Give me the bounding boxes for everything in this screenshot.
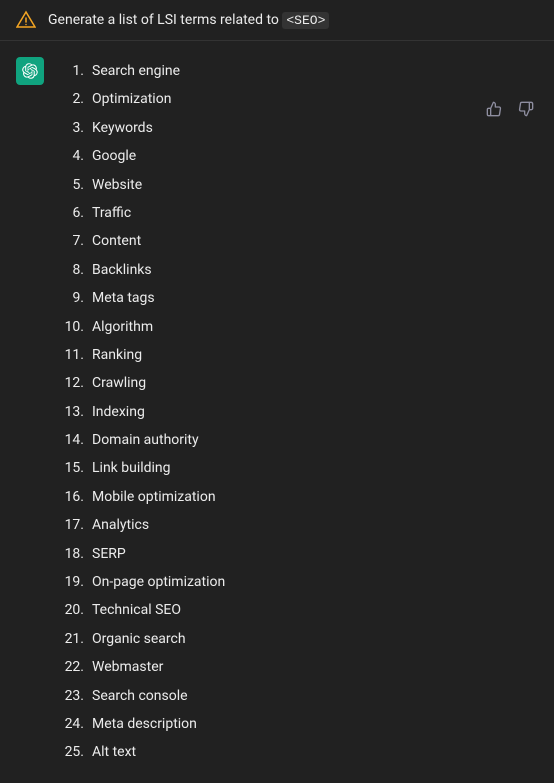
item-text: SERP <box>92 543 126 565</box>
thumbs-down-button[interactable] <box>514 97 538 121</box>
list-item: 13.Indexing <box>56 398 538 426</box>
list-item: 18.SERP <box>56 540 538 568</box>
list-item: 11.Ranking <box>56 341 538 369</box>
item-text: Analytics <box>92 514 149 536</box>
item-text: Search engine <box>92 60 180 82</box>
item-text: Algorithm <box>92 316 153 338</box>
list-item: 9.Meta tags <box>56 284 538 312</box>
item-number: 22. <box>56 656 92 678</box>
item-number: 3. <box>56 117 92 139</box>
list-item: 12.Crawling <box>56 369 538 397</box>
item-number: 12. <box>56 372 92 394</box>
item-text: On-page optimization <box>92 571 225 593</box>
list-item: 7.Content <box>56 227 538 255</box>
item-number: 1. <box>56 60 92 82</box>
item-number: 19. <box>56 571 92 593</box>
list-item: 5.Website <box>56 171 538 199</box>
item-number: 5. <box>56 174 92 196</box>
item-text: Mobile optimization <box>92 486 216 508</box>
item-text: Optimization <box>92 88 171 110</box>
thumbs-up-icon <box>486 101 502 117</box>
list-item: 24.Meta description <box>56 710 538 738</box>
list-item: 22.Webmaster <box>56 653 538 681</box>
actions-bar <box>482 97 538 121</box>
item-number: 24. <box>56 713 92 735</box>
item-text: Link building <box>92 457 171 479</box>
item-number: 2. <box>56 88 92 110</box>
list-item: 3.Keywords <box>56 114 538 142</box>
item-text: Crawling <box>92 372 146 394</box>
item-text: Content <box>92 230 141 252</box>
item-text: Website <box>92 174 142 196</box>
item-number: 10. <box>56 316 92 338</box>
item-text: Google <box>92 145 136 167</box>
item-number: 9. <box>56 287 92 309</box>
chatgpt-logo <box>22 63 38 79</box>
list-item: 6.Traffic <box>56 199 538 227</box>
item-text: Meta description <box>92 713 197 735</box>
list-item: 16.Mobile optimization <box>56 483 538 511</box>
item-text: Keywords <box>92 117 153 139</box>
item-number: 11. <box>56 344 92 366</box>
list-item: 17.Analytics <box>56 511 538 539</box>
item-number: 25. <box>56 741 92 763</box>
header-tag: <SEO> <box>282 12 329 29</box>
response-content: 1.Search engine2.Optimization3.Keywords4… <box>56 57 538 767</box>
item-number: 18. <box>56 543 92 565</box>
list-item: 1.Search engine <box>56 57 538 85</box>
list-item: 19.On-page optimization <box>56 568 538 596</box>
list-item: 4.Google <box>56 142 538 170</box>
list-item: 15.Link building <box>56 454 538 482</box>
header-bar: Generate a list of LSI terms related to … <box>0 0 554 41</box>
item-text: Indexing <box>92 401 145 423</box>
lsi-terms-list: 1.Search engine2.Optimization3.Keywords4… <box>56 57 538 767</box>
thumbs-up-button[interactable] <box>482 97 506 121</box>
item-number: 20. <box>56 599 92 621</box>
item-number: 21. <box>56 628 92 650</box>
item-number: 8. <box>56 259 92 281</box>
item-number: 13. <box>56 401 92 423</box>
warning-triangle-icon <box>16 10 36 30</box>
item-text: Technical SEO <box>92 599 181 621</box>
item-text: Backlinks <box>92 259 152 281</box>
item-number: 6. <box>56 202 92 224</box>
item-text: Alt text <box>92 741 136 763</box>
message-container: 1.Search engine2.Optimization3.Keywords4… <box>0 41 554 783</box>
thumbs-down-icon <box>518 101 534 117</box>
item-number: 4. <box>56 145 92 167</box>
list-item: 10.Algorithm <box>56 313 538 341</box>
list-item: 8.Backlinks <box>56 256 538 284</box>
item-number: 7. <box>56 230 92 252</box>
item-text: Domain authority <box>92 429 199 451</box>
list-item: 2.Optimization <box>56 85 538 113</box>
message-wrapper: 1.Search engine2.Optimization3.Keywords4… <box>0 41 554 783</box>
list-item: 14.Domain authority <box>56 426 538 454</box>
list-item: 25.Alt text <box>56 738 538 766</box>
item-text: Organic search <box>92 628 186 650</box>
item-number: 15. <box>56 457 92 479</box>
list-item: 23.Search console <box>56 682 538 710</box>
item-number: 16. <box>56 486 92 508</box>
item-text: Meta tags <box>92 287 155 309</box>
list-item: 21.Organic search <box>56 625 538 653</box>
header-prompt-text: Generate a list of LSI terms related to … <box>48 12 329 28</box>
item-number: 14. <box>56 429 92 451</box>
item-text: Webmaster <box>92 656 163 678</box>
item-number: 17. <box>56 514 92 536</box>
item-text: Search console <box>92 685 188 707</box>
item-text: Traffic <box>92 202 131 224</box>
item-number: 23. <box>56 685 92 707</box>
list-item: 20.Technical SEO <box>56 596 538 624</box>
chatgpt-avatar <box>16 57 44 85</box>
item-text: Ranking <box>92 344 142 366</box>
